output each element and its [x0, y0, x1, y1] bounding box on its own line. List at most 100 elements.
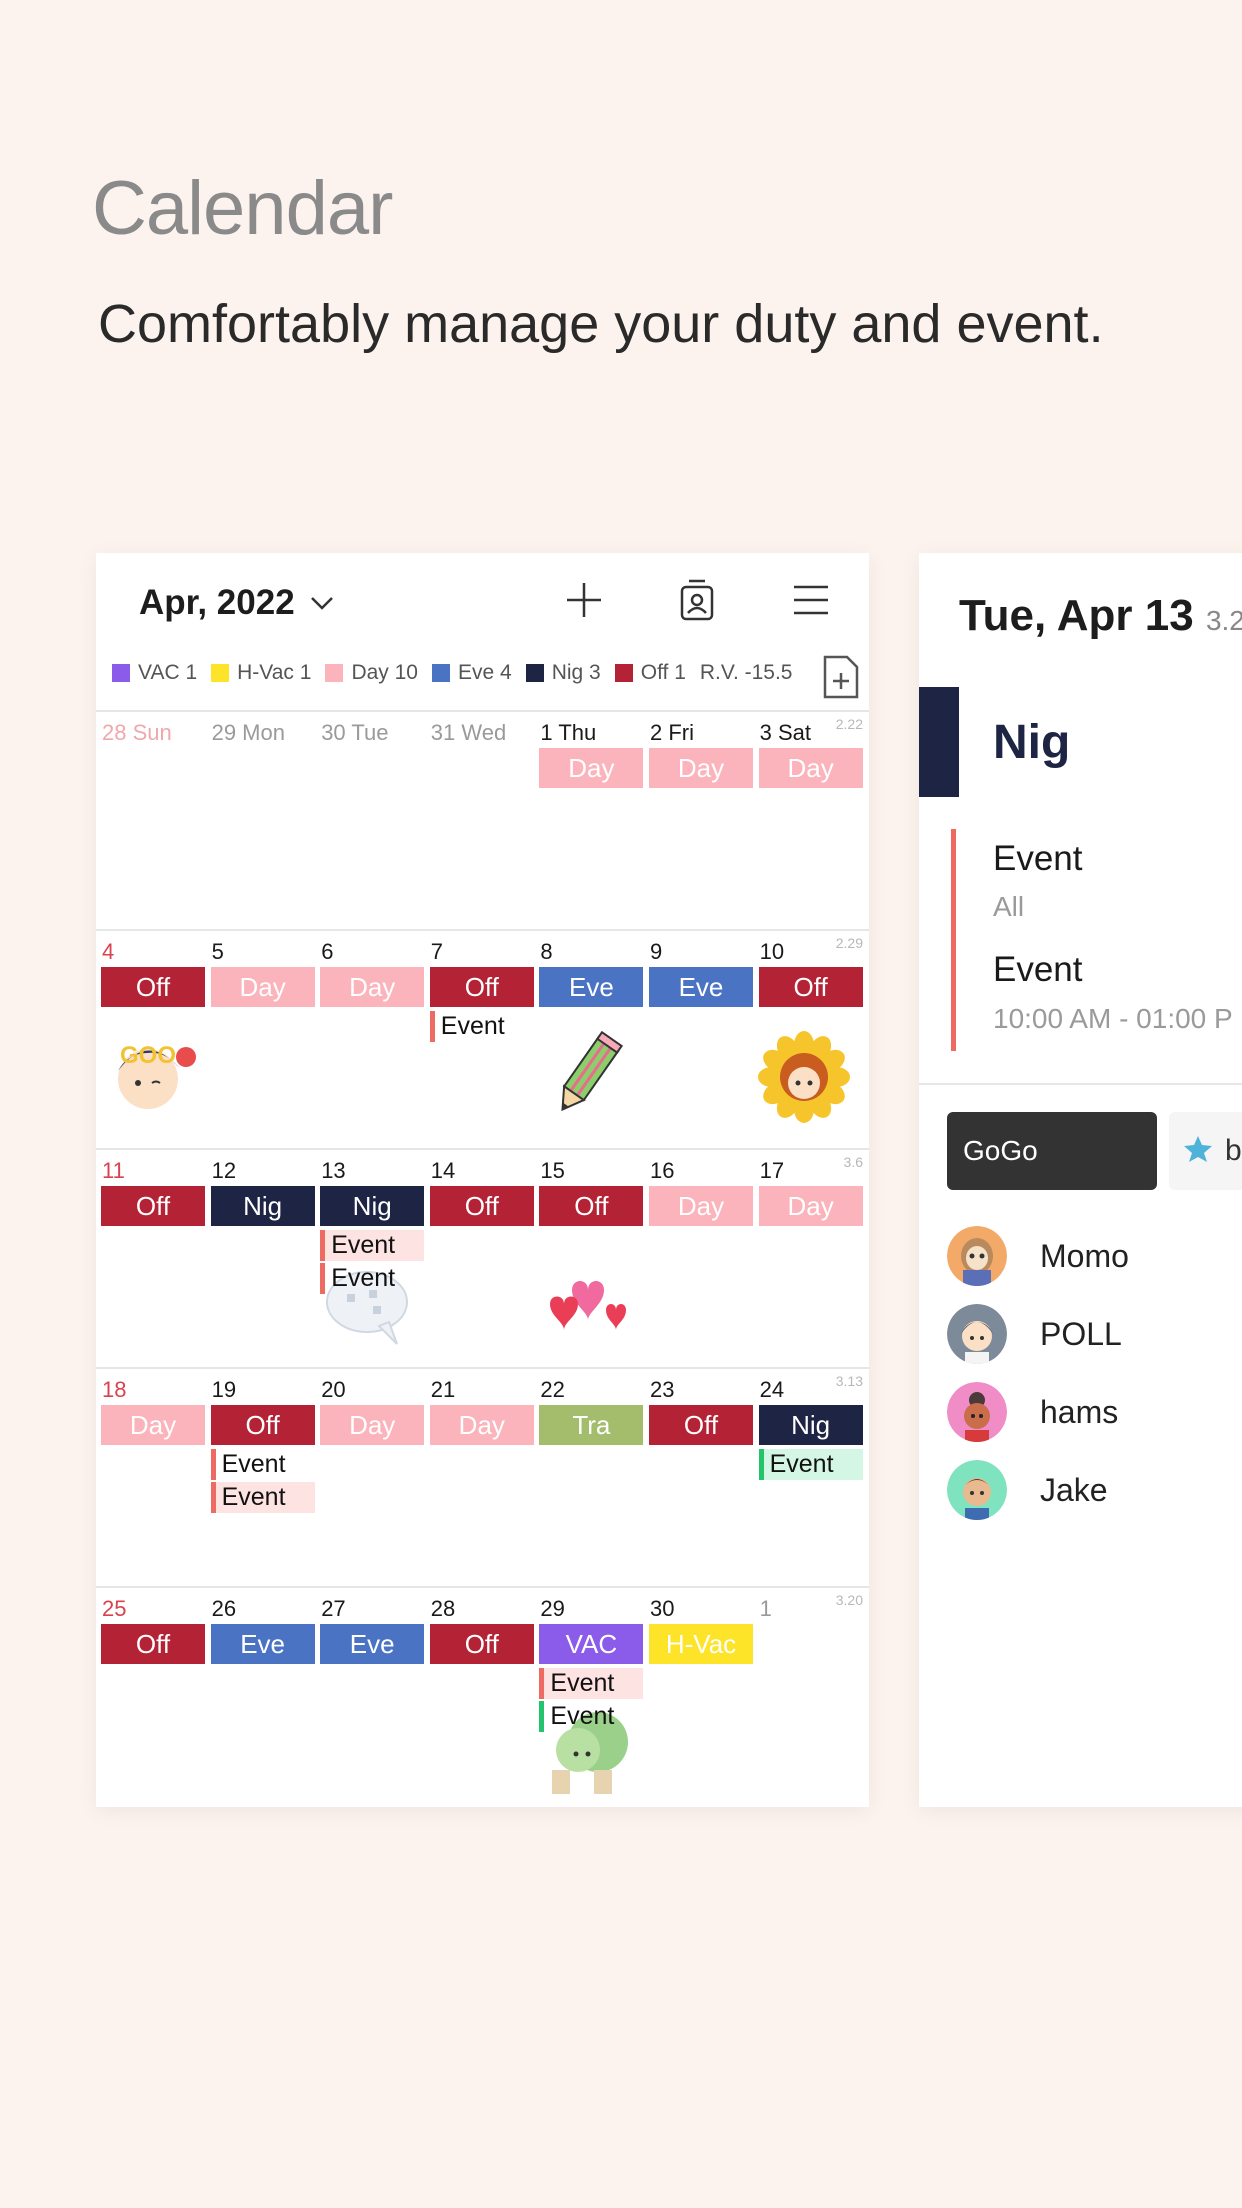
- duty-badge: Eve: [539, 967, 644, 1007]
- legend-item: R.V. -15.5: [700, 661, 793, 685]
- calendar-day-cell[interactable]: 12 Nig: [206, 1150, 316, 1367]
- calendar-day-cell[interactable]: 30 Tue: [315, 712, 425, 929]
- calendar-day-cell[interactable]: 16 Day: [644, 1150, 754, 1367]
- day-number: 22: [540, 1377, 565, 1402]
- duty-badge: Day: [210, 967, 315, 1007]
- day-number: 16: [650, 1158, 675, 1183]
- menu-icon[interactable]: [786, 575, 836, 625]
- duty-badge: Off: [101, 1186, 205, 1226]
- duty-badge: Off: [429, 1186, 534, 1226]
- detail-date-extra: 3.2: [1205, 605, 1242, 636]
- calendar-day-cell[interactable]: 1 Thu Day: [534, 712, 644, 929]
- day-number: 28: [430, 1596, 456, 1621]
- calendar-day-cell[interactable]: 17 Day: [754, 1150, 864, 1367]
- plus-icon[interactable]: [559, 575, 609, 625]
- month-selector[interactable]: Apr, 2022: [139, 583, 335, 623]
- group-chip[interactable]: b: [1169, 1112, 1242, 1190]
- calendar-day-cell[interactable]: 29 VAC Event Event: [534, 1588, 644, 1805]
- calendar-day-cell[interactable]: 13 Nig Event Event: [315, 1150, 425, 1367]
- calendar-day-cell[interactable]: 9 Eve: [644, 931, 754, 1148]
- day-number: 13: [321, 1158, 346, 1183]
- detail-event-title[interactable]: Event: [993, 839, 1083, 879]
- calendar-day-cell[interactable]: 2 Fri Day: [644, 712, 754, 929]
- calendar-day-cell[interactable]: 18 Day: [96, 1369, 206, 1586]
- event-chip[interactable]: Event: [210, 1449, 315, 1480]
- detail-duty[interactable]: Nig: [993, 715, 1070, 770]
- calendar-day-cell[interactable]: 4 GOO Off: [96, 931, 206, 1148]
- member-row[interactable]: Jake: [947, 1460, 1108, 1520]
- member-row[interactable]: Momo: [947, 1226, 1129, 1286]
- calendar-day-cell[interactable]: 23 Off: [644, 1369, 754, 1586]
- event-chip[interactable]: Event: [758, 1449, 863, 1480]
- legend-label: Off 1: [640, 661, 686, 684]
- calendar-day-cell[interactable]: 28 Off: [425, 1588, 535, 1805]
- calendar-day-cell[interactable]: 11 Off: [96, 1150, 206, 1367]
- legend-item: VAC 1: [112, 661, 197, 685]
- calendar-day-cell[interactable]: 8 Eve: [534, 931, 644, 1148]
- member-row[interactable]: hams: [947, 1382, 1118, 1442]
- day-number: 21: [430, 1377, 456, 1402]
- calendar-day-cell[interactable]: 3 Sat Day: [754, 712, 864, 929]
- legend-swatch: [614, 664, 633, 682]
- event-chip[interactable]: Event: [539, 1701, 643, 1732]
- calendar-day-cell[interactable]: 1: [754, 1588, 864, 1805]
- duty-badge: Off: [539, 1186, 644, 1226]
- calendar-day-cell[interactable]: 22 Tra: [534, 1369, 644, 1586]
- calendar-day-cell[interactable]: 7 Off Event: [425, 931, 535, 1148]
- day-number: 2 Fri: [650, 720, 694, 745]
- day-number: 1 Thu: [540, 720, 597, 745]
- day-number: 11: [102, 1158, 125, 1183]
- duty-badge: Day: [539, 748, 644, 788]
- legend-swatch: [525, 664, 544, 682]
- calendar-day-cell[interactable]: 5 Day: [206, 931, 316, 1148]
- legend-swatch: [325, 664, 344, 682]
- hero-title: Calendar: [92, 166, 393, 251]
- member-row[interactable]: POLL: [947, 1304, 1122, 1364]
- calendar-day-cell[interactable]: 6 Day: [315, 931, 425, 1148]
- calendar-day-cell[interactable]: 14 Off: [425, 1150, 535, 1367]
- day-number: 30: [650, 1596, 675, 1621]
- legend-label: H-Vac 1: [237, 661, 312, 684]
- member-name: hams: [1040, 1393, 1119, 1430]
- day-number: 23: [650, 1377, 675, 1402]
- day-number: 1: [759, 1596, 772, 1621]
- calendar-day-cell[interactable]: 24 Nig Event: [754, 1369, 864, 1586]
- day-number: 20: [321, 1377, 346, 1402]
- legend-label: VAC 1: [138, 661, 198, 684]
- calendar-day-cell[interactable]: 29 Mon: [206, 712, 316, 929]
- detail-event-sub: 10:00 AM - 01:00 P: [993, 1003, 1233, 1034]
- duty-badge: Nig: [758, 1405, 863, 1445]
- day-number: 19: [211, 1377, 237, 1402]
- calendar-day-cell[interactable]: 25 Off: [96, 1588, 206, 1805]
- event-chip[interactable]: Event: [320, 1230, 425, 1261]
- calendar-day-cell[interactable]: 10 Off: [754, 931, 864, 1148]
- add-note-icon[interactable]: [821, 653, 861, 701]
- day-number: 10: [759, 939, 785, 964]
- event-chip[interactable]: Event: [539, 1668, 644, 1699]
- day-number: 24: [759, 1377, 785, 1402]
- event-chip[interactable]: Event: [320, 1263, 424, 1294]
- duty-badge: Day: [101, 1405, 205, 1445]
- event-chip[interactable]: Event: [210, 1482, 315, 1513]
- girl-avatar: [947, 1382, 1007, 1442]
- event-chip[interactable]: Event: [429, 1011, 534, 1042]
- calendar-week: 3.6 11 Off 12 Nig 13 Nig Event Event 14 Off 15 Off 16…: [96, 1148, 869, 1367]
- group-chip-gogo[interactable]: GoGo: [947, 1112, 1157, 1190]
- calendar-day-cell[interactable]: 27 Eve: [315, 1588, 425, 1805]
- detail-event-title[interactable]: Event: [993, 950, 1083, 990]
- duty-badge: Off: [649, 1405, 753, 1445]
- day-number: 14: [430, 1158, 456, 1183]
- calendar-day-cell[interactable]: 20 Day: [315, 1369, 425, 1586]
- calendar-day-cell[interactable]: 28 Sun: [96, 712, 206, 929]
- calendar-day-cell[interactable]: 26 Eve: [206, 1588, 316, 1805]
- duty-badge: Tra: [539, 1405, 644, 1445]
- id-badge-icon[interactable]: [672, 575, 722, 625]
- calendar-day-cell[interactable]: 31 Wed: [425, 712, 535, 929]
- calendar-day-cell[interactable]: 15 Off: [534, 1150, 644, 1367]
- calendar-day-cell[interactable]: 30 H-Vac: [644, 1588, 754, 1805]
- day-number: 12: [211, 1158, 237, 1183]
- divider: [919, 1083, 1242, 1085]
- calendar-day-cell[interactable]: 19 Off Event Event: [206, 1369, 316, 1586]
- legend-label: Eve 4: [458, 661, 512, 684]
- calendar-day-cell[interactable]: 21 Day: [425, 1369, 535, 1586]
